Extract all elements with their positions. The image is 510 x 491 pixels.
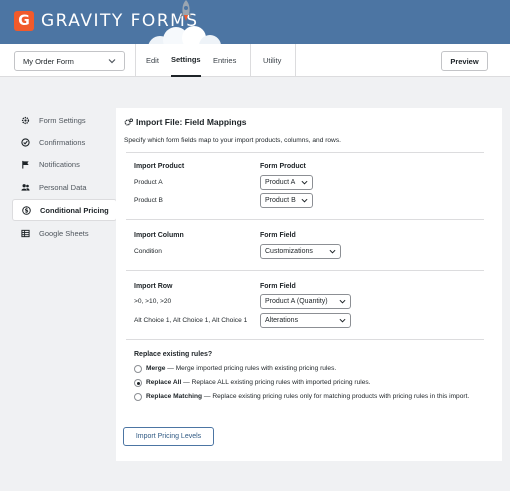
sidebar-item-label: Google Sheets bbox=[39, 228, 89, 238]
sidebar-item-label: Notifications bbox=[39, 159, 80, 169]
column-header: Form Field bbox=[260, 232, 296, 239]
chevron-down-icon bbox=[329, 249, 336, 254]
import-row-label: Alt Choice 1, Alt Choice 1, Alt Choice 1 bbox=[134, 317, 248, 324]
tab-edit[interactable]: Edit bbox=[146, 44, 159, 77]
import-column-label: Condition bbox=[134, 248, 162, 255]
toolbar-divider bbox=[250, 44, 251, 77]
import-pricing-levels-button[interactable]: Import Pricing Levels bbox=[123, 427, 214, 446]
chevron-down-icon bbox=[339, 318, 346, 323]
chevron-down-icon bbox=[301, 198, 308, 203]
sidebar-item-confirmations[interactable]: Confirmations bbox=[12, 131, 117, 153]
toolbar-divider bbox=[135, 44, 136, 77]
sidebar-item-personal-data[interactable]: Personal Data bbox=[12, 176, 117, 198]
grid-icon bbox=[21, 229, 30, 237]
column-header: Import Row bbox=[134, 283, 173, 290]
toolbar-divider bbox=[295, 44, 296, 77]
flag-icon bbox=[22, 160, 29, 169]
cloud-icon bbox=[148, 26, 221, 44]
chevron-down-icon bbox=[339, 299, 346, 304]
form-field-select[interactable]: Customizations bbox=[260, 244, 341, 259]
sidebar-item-label: Personal Data bbox=[39, 182, 87, 192]
check-circle-icon bbox=[21, 137, 30, 147]
form-product-select[interactable]: Product B bbox=[260, 193, 313, 208]
sidebar-item-label: Form Settings bbox=[39, 115, 86, 125]
preview-button[interactable]: Preview bbox=[441, 51, 488, 71]
divider bbox=[126, 219, 484, 220]
import-product-label: Product B bbox=[134, 197, 163, 204]
replace-rules-title: Replace existing rules? bbox=[134, 351, 213, 358]
field-mappings-panel: Import File: Field Mappings Specify whic… bbox=[116, 108, 502, 461]
column-header: Form Product bbox=[260, 163, 306, 170]
form-field-select[interactable]: Product A (Quantity) bbox=[260, 294, 351, 309]
radio-label-merge: Merge — Merge imported pricing rules wit… bbox=[146, 365, 337, 372]
radio-label-replace-matching: Replace Matching — Replace existing pric… bbox=[146, 393, 470, 400]
dollar-circle-icon: $ bbox=[22, 205, 31, 215]
rocket-icon bbox=[180, 0, 192, 21]
import-row-label: >0, >10, >20 bbox=[134, 298, 172, 305]
tab-utility[interactable]: Utility bbox=[263, 44, 281, 77]
column-header: Import Column bbox=[134, 232, 184, 239]
svg-text:$: $ bbox=[24, 208, 28, 214]
users-icon bbox=[21, 183, 30, 191]
sidebar-item-label: Confirmations bbox=[39, 137, 86, 147]
tab-settings[interactable]: Settings bbox=[171, 44, 201, 77]
panel-description: Specify which form fields map to your im… bbox=[124, 137, 341, 144]
form-product-select[interactable]: Product A bbox=[260, 175, 313, 190]
divider bbox=[126, 339, 484, 340]
chevron-down-icon bbox=[301, 180, 308, 185]
chevron-down-icon bbox=[108, 59, 116, 64]
sidebar-item-notifications[interactable]: Notifications bbox=[12, 153, 117, 175]
form-field-select[interactable]: Alterations bbox=[260, 313, 351, 328]
sidebar-item-google-sheets[interactable]: Google Sheets bbox=[12, 222, 117, 244]
radio-replace-matching[interactable] bbox=[134, 393, 142, 401]
radio-merge[interactable] bbox=[134, 365, 142, 373]
sidebar-item-label: Conditional Pricing bbox=[40, 205, 109, 215]
gear-icon bbox=[124, 118, 133, 126]
gravity-forms-logo-icon: G bbox=[14, 11, 34, 31]
form-selector[interactable]: My Order Form bbox=[14, 51, 125, 71]
sidebar-item-conditional-pricing[interactable]: $ Conditional Pricing bbox=[12, 199, 117, 221]
import-product-label: Product A bbox=[134, 179, 163, 186]
radio-label-replace-all: Replace All — Replace ALL existing prici… bbox=[146, 379, 371, 386]
radio-replace-all[interactable] bbox=[134, 379, 142, 387]
sidebar-item-form-settings[interactable]: Form Settings bbox=[12, 109, 117, 131]
column-header: Form Field bbox=[260, 283, 296, 290]
divider bbox=[126, 270, 484, 271]
app-header: G GRAVITY FORMS bbox=[0, 0, 510, 44]
tab-entries[interactable]: Entries bbox=[213, 44, 236, 77]
panel-title: Import File: Field Mappings bbox=[136, 117, 247, 127]
divider bbox=[126, 152, 484, 153]
column-header: Import Product bbox=[134, 163, 185, 170]
gear-icon bbox=[21, 116, 30, 124]
